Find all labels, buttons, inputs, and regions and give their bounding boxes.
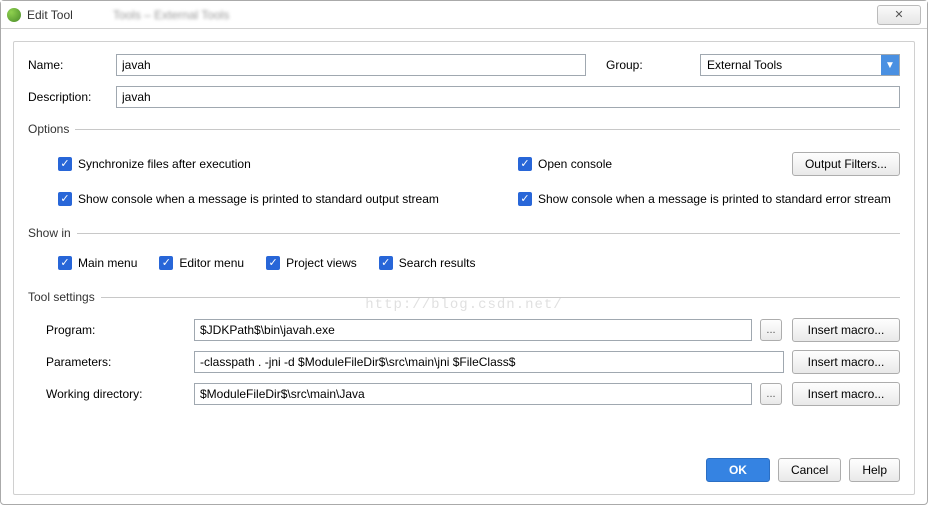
stderr-checkbox[interactable]: ✓ Show console when a message is printed… bbox=[518, 192, 900, 206]
workdir-browse-button[interactable]: ... bbox=[760, 383, 782, 405]
desc-row: Description: bbox=[28, 86, 900, 108]
check-icon: ✓ bbox=[518, 157, 532, 171]
options-legend: Options bbox=[28, 122, 75, 136]
dialog-content: Name: Group: External Tools ▼ Descriptio… bbox=[1, 29, 927, 503]
check-icon: ✓ bbox=[518, 192, 532, 206]
cancel-button[interactable]: Cancel bbox=[778, 458, 841, 482]
check-icon: ✓ bbox=[159, 256, 173, 270]
open-console-label: Open console bbox=[538, 157, 612, 171]
close-button[interactable]: ✕ bbox=[877, 5, 921, 25]
searchresults-label: Search results bbox=[399, 256, 476, 270]
workdir-label: Working directory: bbox=[46, 387, 186, 401]
check-icon: ✓ bbox=[266, 256, 280, 270]
group-label: Group: bbox=[606, 58, 686, 72]
output-filters-button[interactable]: Output Filters... bbox=[792, 152, 900, 176]
chevron-down-icon: ▼ bbox=[881, 55, 899, 75]
sync-checkbox[interactable]: ✓ Synchronize files after execution bbox=[58, 157, 518, 171]
sync-label: Synchronize files after execution bbox=[78, 157, 251, 171]
program-insert-macro-button[interactable]: Insert macro... bbox=[792, 318, 900, 342]
editormenu-checkbox[interactable]: ✓ Editor menu bbox=[159, 256, 244, 270]
name-input[interactable] bbox=[116, 54, 586, 76]
projectviews-label: Project views bbox=[286, 256, 357, 270]
program-row: Program: ... Insert macro... bbox=[46, 318, 900, 342]
showin-legend: Show in bbox=[28, 226, 77, 240]
workdir-input[interactable] bbox=[194, 383, 752, 405]
toolsettings-legend: Tool settings bbox=[28, 290, 101, 304]
program-browse-button[interactable]: ... bbox=[760, 319, 782, 341]
check-icon: ✓ bbox=[379, 256, 393, 270]
name-label: Name: bbox=[28, 58, 108, 72]
check-icon: ✓ bbox=[58, 157, 72, 171]
group-value: External Tools bbox=[707, 58, 782, 72]
stderr-label: Show console when a message is printed t… bbox=[538, 192, 891, 206]
dialog-window: Edit Tool Tools – External Tools ✕ Name:… bbox=[0, 0, 928, 505]
mainmenu-checkbox[interactable]: ✓ Main menu bbox=[58, 256, 137, 270]
editormenu-label: Editor menu bbox=[179, 256, 244, 270]
help-button[interactable]: Help bbox=[849, 458, 900, 482]
dialog-footer: OK Cancel Help bbox=[706, 458, 900, 482]
params-row: Parameters: Insert macro... bbox=[46, 350, 900, 374]
params-input[interactable] bbox=[194, 351, 784, 373]
window-title: Edit Tool bbox=[27, 8, 73, 22]
params-insert-macro-button[interactable]: Insert macro... bbox=[792, 350, 900, 374]
program-label: Program: bbox=[46, 323, 186, 337]
app-icon bbox=[7, 8, 21, 22]
name-row: Name: Group: External Tools ▼ bbox=[28, 54, 900, 76]
params-label: Parameters: bbox=[46, 355, 186, 369]
main-panel: Name: Group: External Tools ▼ Descriptio… bbox=[13, 41, 915, 495]
workdir-insert-macro-button[interactable]: Insert macro... bbox=[792, 382, 900, 406]
toolsettings-section: Tool settings Program: ... Insert macro.… bbox=[28, 290, 900, 414]
group-select[interactable]: External Tools ▼ bbox=[700, 54, 900, 76]
workdir-row: Working directory: ... Insert macro... bbox=[46, 382, 900, 406]
title-ghost: Tools – External Tools bbox=[113, 8, 230, 22]
program-input[interactable] bbox=[194, 319, 752, 341]
check-icon: ✓ bbox=[58, 256, 72, 270]
check-icon: ✓ bbox=[58, 192, 72, 206]
projectviews-checkbox[interactable]: ✓ Project views bbox=[266, 256, 357, 270]
description-label: Description: bbox=[28, 90, 108, 104]
options-section: Options ✓ Synchronize files after execut… bbox=[28, 122, 900, 212]
showin-section: Show in ✓ Main menu ✓ Editor menu ✓ Proj… bbox=[28, 226, 900, 276]
open-console-checkbox[interactable]: ✓ Open console bbox=[518, 157, 792, 171]
ok-button[interactable]: OK bbox=[706, 458, 770, 482]
stdout-checkbox[interactable]: ✓ Show console when a message is printed… bbox=[58, 192, 518, 206]
searchresults-checkbox[interactable]: ✓ Search results bbox=[379, 256, 476, 270]
title-bar: Edit Tool Tools – External Tools ✕ bbox=[1, 1, 927, 29]
stdout-label: Show console when a message is printed t… bbox=[78, 192, 439, 206]
mainmenu-label: Main menu bbox=[78, 256, 137, 270]
description-input[interactable] bbox=[116, 86, 900, 108]
